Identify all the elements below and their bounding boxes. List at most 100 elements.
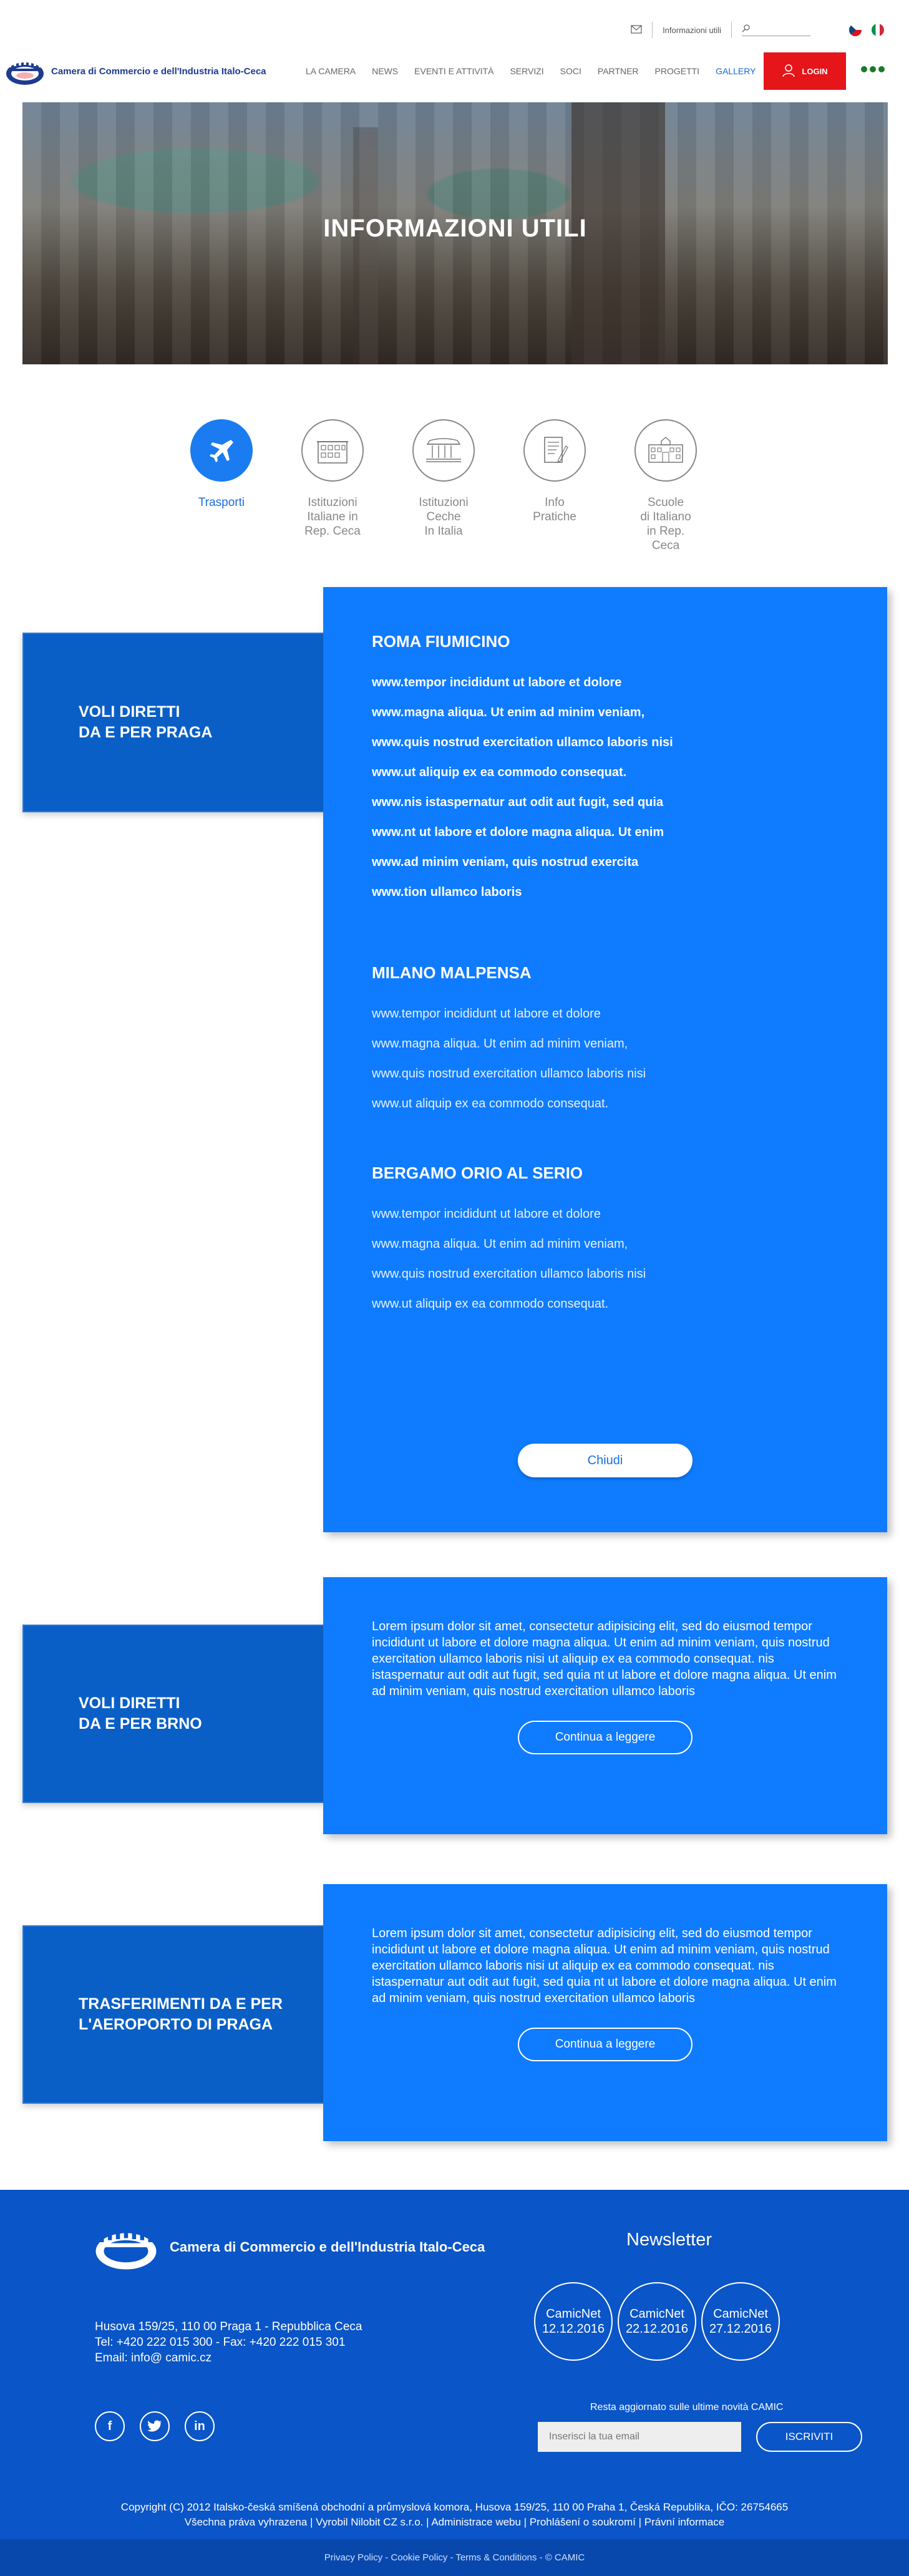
copyright-line: Copyright (C) 2012 Italsko-česká smíšená…	[120, 2501, 789, 2513]
newsletter-name: CamicNet	[713, 2307, 768, 2321]
info-link-item[interactable]: www.quis nostrud exercitation ullamco la…	[372, 727, 839, 757]
phone-line: Tel: +420 222 015 300 - Fax: +420 222 01…	[95, 2336, 346, 2349]
tab-label: Rep. Ceca	[304, 525, 361, 538]
nav-gallery[interactable]: GALLERY	[716, 66, 756, 76]
newsletter-item[interactable]: CamicNet 27.12.2016	[701, 2282, 780, 2361]
linkedin-icon[interactable]: in	[185, 2411, 215, 2441]
email-line[interactable]: Email: info@ camic.cz	[95, 2350, 362, 2366]
info-link-item[interactable]: www.magna aliqua. Ut enim ad minim venia…	[372, 1029, 839, 1059]
info-link-item[interactable]: www.ut aliquip ex ea commodo consequat.	[372, 1089, 839, 1119]
info-link[interactable]: Informazioni utili	[663, 26, 721, 35]
group-title: BERGAMO ORIO AL SERIO	[372, 1164, 583, 1182]
section-label-brno[interactable]: VOLI DIRETTI DA E PER BRNO	[22, 1625, 324, 1803]
tab-label: Ceche	[426, 510, 461, 523]
section-label-praga[interactable]: VOLI DIRETTI DA E PER PRAGA	[22, 633, 324, 812]
info-link-item[interactable]: www.nt ut labore et dolore magna aliqua.…	[372, 817, 839, 847]
tab-label: Scuole	[647, 496, 684, 509]
newsletter-subtitle: Resta aggiornato sulle ultime novità CAM…	[590, 2402, 784, 2413]
user-icon	[782, 64, 795, 79]
tab-scuole[interactable]: Scuole di Italiano in Rep. Ceca	[634, 419, 697, 553]
search-icon	[742, 24, 750, 34]
tab-info-pratiche[interactable]: Info Pratiche	[523, 419, 586, 553]
info-link-item[interactable]: www.quis nostrud exercitation ullamco la…	[372, 1259, 839, 1289]
login-label: LOGIN	[802, 66, 828, 76]
hero-banner: INFORMAZIONI UTILI	[22, 102, 888, 364]
login-button[interactable]: LOGIN	[764, 52, 846, 90]
flag-cz-icon[interactable]	[849, 24, 862, 36]
subscribe-button[interactable]: ISCRIVITI	[756, 2422, 862, 2452]
continue-reading-button[interactable]: Continua a leggere	[518, 2028, 693, 2061]
nav-news[interactable]: NEWS	[372, 66, 398, 76]
columns-icon	[412, 419, 475, 482]
mail-icon[interactable]	[631, 24, 642, 36]
tab-label: Istituzioni	[419, 496, 469, 509]
info-link-item[interactable]: www.tempor incididunt ut labore et dolor…	[372, 1199, 839, 1229]
info-link-item[interactable]: www.ut aliquip ex ea commodo consequat.	[372, 757, 839, 787]
divider	[731, 22, 732, 38]
continue-reading-button[interactable]: Continua a leggere	[518, 1721, 693, 1754]
close-button[interactable]: Chiudi	[518, 1444, 693, 1477]
section-label-transfer[interactable]: TRASFERIMENTI DA E PER L'AEROPORTO DI PR…	[22, 1925, 324, 2104]
tab-label: Istituzioni	[308, 496, 357, 509]
newsletter-email-input[interactable]	[538, 2422, 741, 2452]
nav-partner[interactable]: PARTNER	[598, 66, 639, 76]
info-link-item[interactable]: www.nis istaspernatur aut odit aut fugit…	[372, 787, 839, 817]
search-box[interactable]	[742, 24, 810, 36]
site-logo[interactable]: Camera di Commercio e dell'Industria Ita…	[5, 55, 266, 87]
main-nav: LA CAMERA NEWS EVENTI E ATTIVITÀ SERVIZI…	[306, 66, 756, 76]
info-link-item[interactable]: www.magna aliqua. Ut enim ad minim venia…	[372, 697, 839, 727]
tab-label: di Italiano	[640, 510, 691, 523]
section-title-line: DA E PER BRNO	[79, 1715, 202, 1733]
info-link-item[interactable]: www.quis nostrud exercitation ullamco la…	[372, 1059, 839, 1089]
info-link-item[interactable]: www.ad minim veniam, quis nostrud exerci…	[372, 847, 839, 877]
page-title: INFORMAZIONI UTILI	[323, 215, 587, 242]
copyright: Copyright (C) 2012 Italsko-česká smíšená…	[0, 2500, 909, 2530]
group-title: ROMA FIUMICINO	[372, 632, 510, 651]
tab-istituzioni-italiane[interactable]: Istituzioni Italiane in Rep. Ceca	[301, 419, 364, 553]
tab-trasporti[interactable]: Trasporti	[190, 419, 253, 553]
nav-eventi[interactable]: EVENTI E ATTIVITÀ	[414, 66, 493, 76]
section-text: Lorem ipsum dolor sit amet, consectetur …	[372, 1927, 837, 2005]
newsletter-item[interactable]: CamicNet 22.12.2016	[618, 2282, 696, 2361]
flag-it-icon[interactable]	[872, 24, 884, 36]
section-title-line: VOLI DIRETTI	[79, 703, 180, 721]
nav-la-camera[interactable]: LA CAMERA	[306, 66, 356, 76]
newsletter-list: CamicNet 12.12.2016 CamicNet 22.12.2016 …	[534, 2282, 780, 2361]
section-title-line: VOLI DIRETTI	[79, 1694, 180, 1712]
facebook-icon[interactable]: f	[95, 2411, 125, 2441]
tab-label: Info	[545, 496, 565, 509]
site-footer: Camera di Commercio e dell'Industria Ita…	[0, 2190, 909, 2539]
tab-label: in Rep. Ceca	[646, 525, 685, 552]
info-link-item[interactable]: www.ut aliquip ex ea commodo consequat.	[372, 1289, 839, 1319]
nav-soci[interactable]: SOCI	[560, 66, 581, 76]
section-title-line: DA E PER PRAGA	[79, 724, 213, 741]
nav-servizi[interactable]: SERVIZI	[510, 66, 543, 76]
tab-label: Italiane in	[307, 510, 358, 523]
search-input[interactable]	[754, 24, 810, 34]
info-link-item[interactable]: www.tion ullamco laboris	[372, 877, 839, 907]
footer-logo[interactable]: Camera di Commercio e dell'Industria Ita…	[94, 2221, 485, 2273]
footer-brand: Camera di Commercio e dell'Industria Ita…	[170, 2239, 485, 2255]
policy-links[interactable]: Privacy Policy - Cookie Policy - Terms &…	[324, 2552, 585, 2563]
tab-label: Pratiche	[533, 510, 576, 523]
tab-istituzioni-ceche[interactable]: Istituzioni Ceche In Italia	[412, 419, 475, 553]
section-title-line: L'AEROPORTO DI PRAGA	[79, 2016, 273, 2033]
legal-links[interactable]: Všechna práva vyhrazena | Vyrobil Nilobi…	[0, 2515, 909, 2530]
logo-colosseum-icon	[95, 2231, 157, 2270]
newsletter-item[interactable]: CamicNet 12.12.2016	[534, 2282, 613, 2361]
newsletter-date: 12.12.2016	[542, 2322, 605, 2336]
newsletter-name: CamicNet	[629, 2307, 684, 2321]
newsletter-date: 27.12.2016	[709, 2322, 772, 2336]
info-link-item[interactable]: www.magna aliqua. Ut enim ad minim venia…	[372, 1229, 839, 1259]
divider	[652, 22, 653, 38]
info-link-item[interactable]: www.tempor incididunt ut labore et dolor…	[372, 999, 839, 1029]
section-panel-brno: Lorem ipsum dolor sit amet, consectetur …	[323, 1577, 887, 1834]
twitter-icon[interactable]	[140, 2411, 170, 2441]
building-icon	[301, 419, 364, 482]
section-panel-praga: ROMA FIUMICINO www.tempor incididunt ut …	[323, 587, 887, 1532]
info-link-item[interactable]: www.tempor incididunt ut labore et dolor…	[372, 668, 839, 697]
nav-progetti[interactable]: PROGETTI	[655, 66, 700, 76]
footer-address: Husova 159/25, 110 00 Praga 1 - Repubbli…	[95, 2319, 362, 2366]
section-panel-transfer: Lorem ipsum dolor sit amet, consectetur …	[323, 1884, 887, 2141]
more-menu-icon[interactable]	[861, 66, 885, 72]
